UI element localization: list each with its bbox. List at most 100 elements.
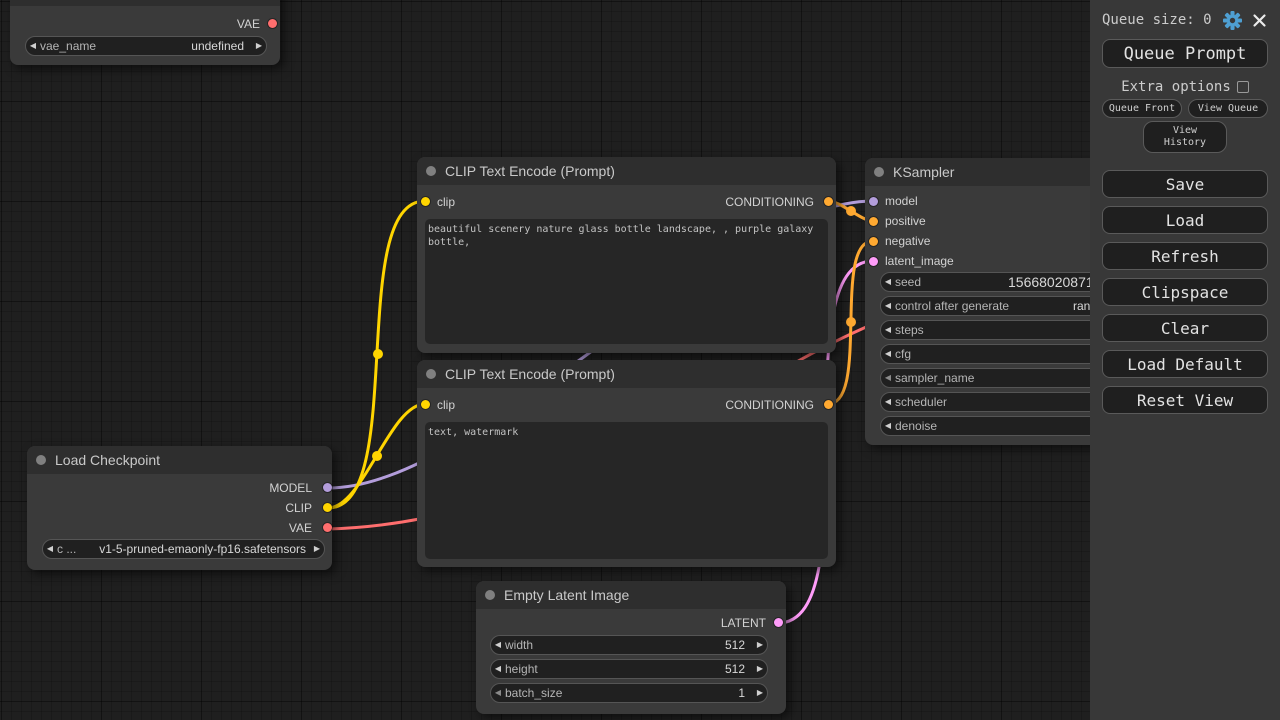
view-history-button[interactable]: View History xyxy=(1143,121,1227,153)
decrement-arrow-icon[interactable]: ◀ xyxy=(491,684,505,702)
input-label: latent_image xyxy=(885,254,954,268)
output-label: CONDITIONING xyxy=(725,398,814,412)
input-label: negative xyxy=(885,234,931,248)
widget-width[interactable]: ◀ width 512 ▶ xyxy=(490,635,768,655)
save-button[interactable]: Save xyxy=(1102,170,1268,198)
close-icon[interactable] xyxy=(1252,13,1267,28)
node-load-checkpoint[interactable]: Load Checkpoint MODEL CLIP VAE ◀ c ... v… xyxy=(27,446,332,570)
queue-front-button[interactable]: Queue Front xyxy=(1102,99,1182,118)
node-title: Load Checkpoint xyxy=(55,452,161,468)
node-title-bar[interactable] xyxy=(10,0,280,6)
output-port-model[interactable] xyxy=(323,483,332,492)
menu-panel: Queue size: 0 Queue Prompt Extra options xyxy=(1090,0,1280,720)
input-port-latent-image[interactable] xyxy=(869,257,878,266)
settings-gear-icon[interactable] xyxy=(1223,11,1242,30)
reset-view-button[interactable]: Reset View xyxy=(1102,386,1268,414)
node-title: CLIP Text Encode (Prompt) xyxy=(445,163,615,179)
node-graph-canvas[interactable]: VAE ◀ vae_name undefined ▶ CLIP Text Enc… xyxy=(0,0,1280,720)
clipspace-button[interactable]: Clipspace xyxy=(1102,278,1268,306)
collapse-dot-icon[interactable] xyxy=(485,590,495,600)
decrement-arrow-icon[interactable]: ◀ xyxy=(881,369,895,387)
widget-value: 1 xyxy=(738,686,745,700)
queue-prompt-button[interactable]: Queue Prompt xyxy=(1102,39,1268,68)
view-history-line2: History xyxy=(1163,137,1207,148)
widget-label: sampler_name xyxy=(895,371,975,385)
widget-batch-size[interactable]: ◀ batch_size 1 ▶ xyxy=(490,683,768,703)
widget-label: scheduler xyxy=(895,395,948,409)
prompt-textarea[interactable]: beautiful scenery nature glass bottle la… xyxy=(425,219,828,344)
widget-label: denoise xyxy=(895,419,938,433)
output-port-latent[interactable] xyxy=(774,618,783,627)
input-label: positive xyxy=(885,214,926,228)
widget-label: control after generate xyxy=(895,299,1010,313)
output-label: VAE xyxy=(236,17,260,31)
output-port-conditioning[interactable] xyxy=(824,400,833,409)
output-port-clip[interactable] xyxy=(323,503,332,512)
increment-arrow-icon[interactable]: ▶ xyxy=(753,660,767,678)
collapse-dot-icon[interactable] xyxy=(874,167,884,177)
output-port-vae[interactable] xyxy=(323,523,332,532)
extra-options-checkbox[interactable] xyxy=(1236,81,1249,93)
widget-vae-name[interactable]: ◀ vae_name undefined ▶ xyxy=(25,36,267,56)
decrement-arrow-icon[interactable]: ◀ xyxy=(43,540,57,558)
input-port-positive[interactable] xyxy=(869,217,878,226)
wire-midpoint-dot xyxy=(846,206,856,216)
node-load-vae[interactable]: VAE ◀ vae_name undefined ▶ xyxy=(10,0,280,65)
increment-arrow-icon[interactable]: ▶ xyxy=(310,540,324,558)
input-label: clip xyxy=(437,398,456,412)
widget-height[interactable]: ◀ height 512 ▶ xyxy=(490,659,768,679)
widget-value: 512 xyxy=(724,638,745,652)
output-label: MODEL xyxy=(269,481,312,495)
node-empty-latent-image[interactable]: Empty Latent Image LATENT ◀ width 512 ▶ … xyxy=(476,581,786,714)
node-clip-text-encode-negative[interactable]: CLIP Text Encode (Prompt) clip CONDITION… xyxy=(417,360,836,567)
output-label: CONDITIONING xyxy=(725,195,814,209)
input-port-negative[interactable] xyxy=(869,237,878,246)
input-port-clip[interactable] xyxy=(421,197,430,206)
decrement-arrow-icon[interactable]: ◀ xyxy=(881,393,895,411)
load-default-button[interactable]: Load Default xyxy=(1102,350,1268,378)
input-label: clip xyxy=(437,195,456,209)
output-label: VAE xyxy=(288,521,312,535)
output-label: CLIP xyxy=(285,501,312,515)
collapse-dot-icon[interactable] xyxy=(426,369,436,379)
decrement-arrow-icon[interactable]: ◀ xyxy=(26,37,40,55)
node-title-bar[interactable]: Empty Latent Image xyxy=(476,581,786,609)
increment-arrow-icon[interactable]: ▶ xyxy=(753,684,767,702)
output-port-conditioning[interactable] xyxy=(824,197,833,206)
refresh-button[interactable]: Refresh xyxy=(1102,242,1268,270)
widget-label: c ... xyxy=(57,542,77,556)
decrement-arrow-icon[interactable]: ◀ xyxy=(881,321,895,339)
input-label: model xyxy=(885,194,918,208)
collapse-dot-icon[interactable] xyxy=(426,166,436,176)
widget-label: steps xyxy=(895,323,924,337)
node-title: Empty Latent Image xyxy=(504,587,630,603)
decrement-arrow-icon[interactable]: ◀ xyxy=(881,273,895,291)
increment-arrow-icon[interactable]: ▶ xyxy=(252,37,266,55)
widget-label: seed xyxy=(895,275,922,289)
widget-ckpt-name[interactable]: ◀ c ... v1-5-pruned-emaonly-fp16.safeten… xyxy=(42,539,325,559)
increment-arrow-icon[interactable]: ▶ xyxy=(753,636,767,654)
collapse-dot-icon[interactable] xyxy=(36,455,46,465)
widget-value: undefined xyxy=(191,39,244,53)
view-queue-button[interactable]: View Queue xyxy=(1188,99,1268,118)
output-port-vae[interactable] xyxy=(268,19,277,28)
node-clip-text-encode-positive[interactable]: CLIP Text Encode (Prompt) clip CONDITION… xyxy=(417,157,836,353)
node-title-bar[interactable]: Load Checkpoint xyxy=(27,446,332,474)
decrement-arrow-icon[interactable]: ◀ xyxy=(881,417,895,435)
decrement-arrow-icon[interactable]: ◀ xyxy=(491,660,505,678)
widget-label: width xyxy=(505,638,534,652)
load-button[interactable]: Load xyxy=(1102,206,1268,234)
wire-midpoint-dot xyxy=(846,317,856,327)
prompt-textarea[interactable]: text, watermark xyxy=(425,422,828,559)
decrement-arrow-icon[interactable]: ◀ xyxy=(491,636,505,654)
clear-button[interactable]: Clear xyxy=(1102,314,1268,342)
decrement-arrow-icon[interactable]: ◀ xyxy=(881,345,895,363)
input-port-clip[interactable] xyxy=(421,400,430,409)
node-title-bar[interactable]: CLIP Text Encode (Prompt) xyxy=(417,157,836,185)
comfyui-app: VAE ◀ vae_name undefined ▶ CLIP Text Enc… xyxy=(0,0,1280,720)
node-title-bar[interactable]: CLIP Text Encode (Prompt) xyxy=(417,360,836,388)
input-port-model[interactable] xyxy=(869,197,878,206)
node-title: KSampler xyxy=(893,164,955,180)
decrement-arrow-icon[interactable]: ◀ xyxy=(881,297,895,315)
queue-size-label: Queue size: 0 xyxy=(1102,12,1212,28)
